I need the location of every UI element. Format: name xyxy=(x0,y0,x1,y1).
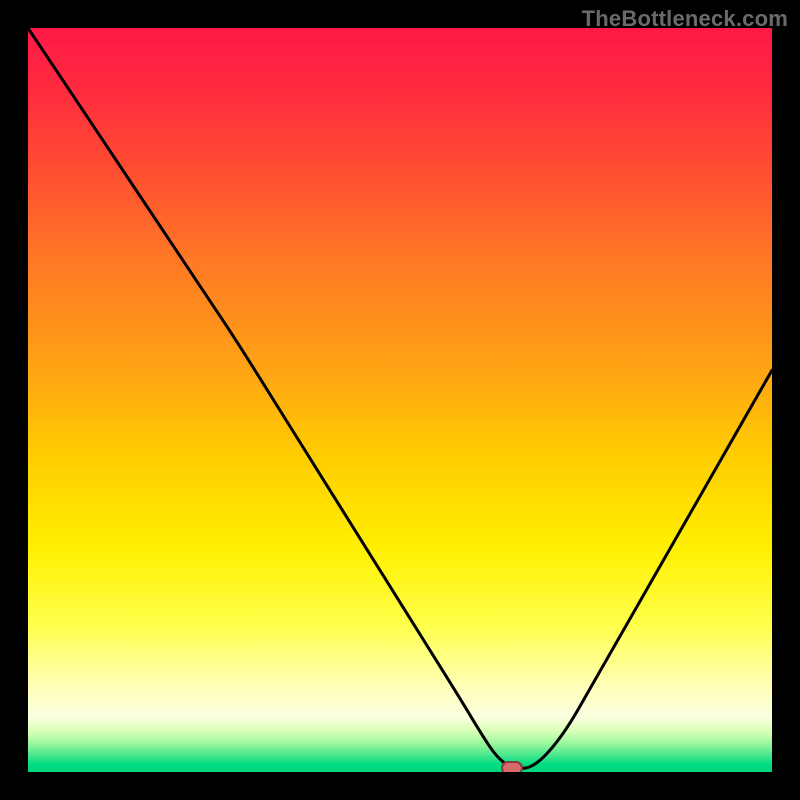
bottleneck-curve xyxy=(28,28,772,772)
optimal-point-marker xyxy=(501,761,523,772)
plot-area xyxy=(28,28,772,772)
watermark-text: TheBottleneck.com xyxy=(582,6,788,32)
chart-frame: TheBottleneck.com xyxy=(0,0,800,800)
